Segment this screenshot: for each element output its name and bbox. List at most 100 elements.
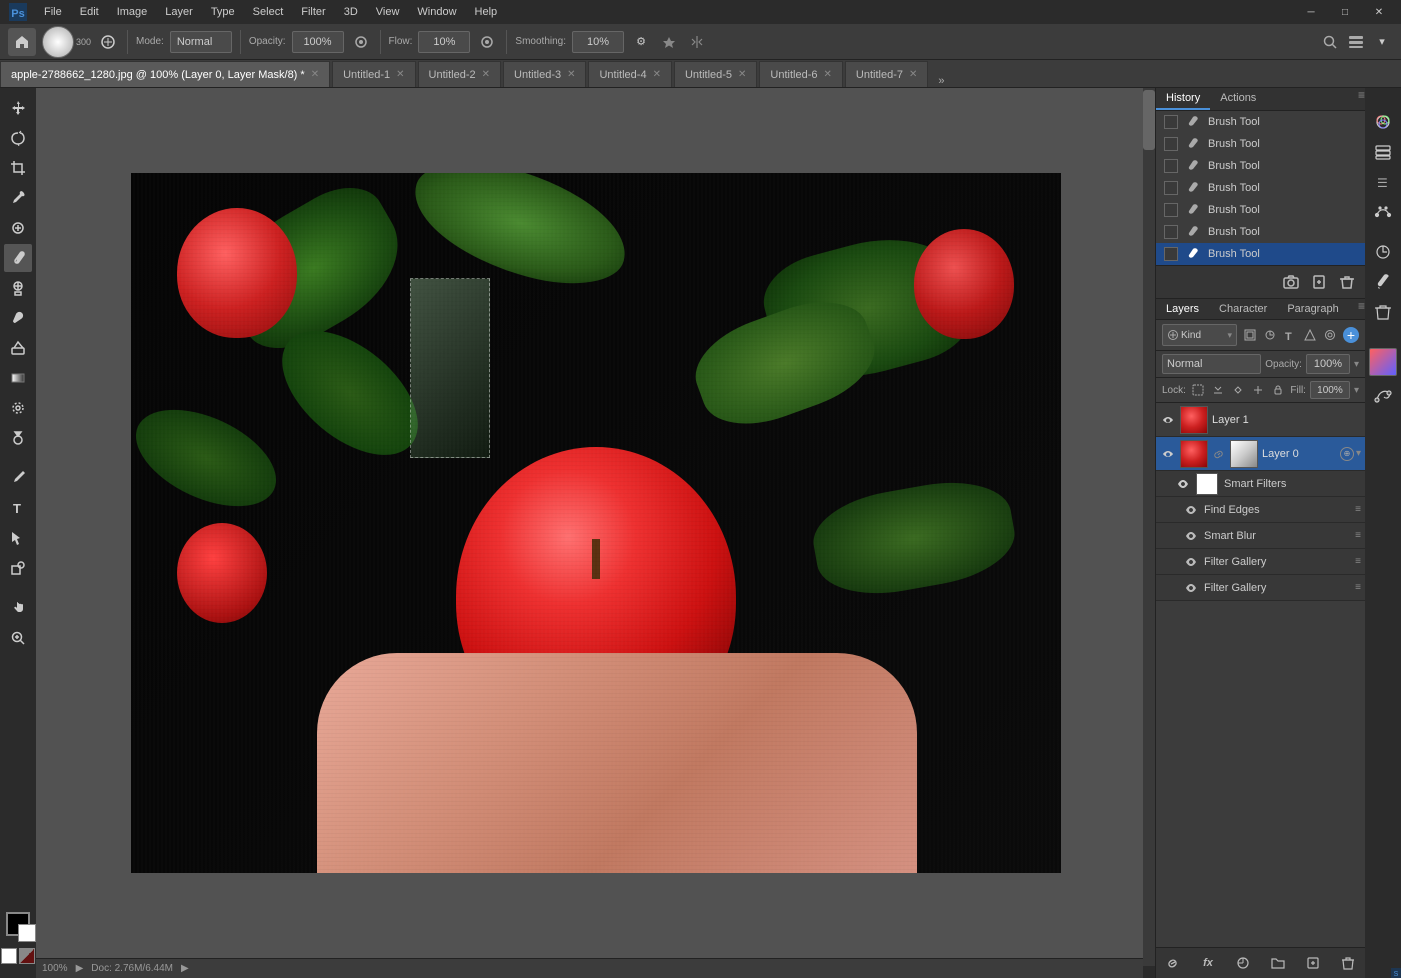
filter-find-edges[interactable]: Find Edges ≡: [1156, 497, 1365, 523]
menu-help[interactable]: Help: [467, 4, 506, 20]
delete-icon[interactable]: [1369, 298, 1397, 326]
blend-mode-select[interactable]: Normal Multiply Screen Overlay: [1162, 354, 1261, 374]
history-panel-menu[interactable]: ≡: [1358, 88, 1365, 110]
tool-history-brush[interactable]: [4, 304, 32, 332]
tab-main-close[interactable]: ✕: [311, 69, 319, 80]
chevron-down-icon[interactable]: ▾: [1371, 31, 1393, 53]
filter-gallery-1[interactable]: Filter Gallery ≡: [1156, 549, 1365, 575]
tool-eyedropper[interactable]: [4, 184, 32, 212]
symmetry-icon[interactable]: [686, 31, 708, 53]
history-item-5[interactable]: Brush Tool: [1156, 199, 1365, 221]
tab-untitled5[interactable]: Untitled-5 ✕: [674, 61, 757, 87]
filter-shape-icon[interactable]: [1301, 326, 1319, 344]
mode-select[interactable]: Normal Multiply Screen: [170, 31, 232, 53]
tool-zoom[interactable]: [4, 624, 32, 652]
vertical-scrollbar[interactable]: [1143, 88, 1155, 966]
flow-input[interactable]: [418, 31, 470, 53]
opacity-pressure-icon[interactable]: [350, 31, 372, 53]
status-arrow-right[interactable]: ▶: [181, 963, 189, 974]
menu-filter[interactable]: Filter: [293, 4, 333, 20]
tool-pen[interactable]: [4, 464, 32, 492]
layers-fx-btn[interactable]: fx: [1197, 952, 1219, 974]
tool-hand[interactable]: [4, 594, 32, 622]
tab-paragraph[interactable]: Paragraph: [1277, 299, 1348, 319]
maximize-button[interactable]: □: [1331, 0, 1359, 26]
filter-visibility-icon-4[interactable]: [1184, 581, 1198, 595]
history-item-1[interactable]: Brush Tool: [1156, 111, 1365, 133]
channels-panel-btn[interactable]: ☰: [1369, 168, 1397, 196]
tab-untitled5-close[interactable]: ✕: [738, 69, 746, 80]
smoothing-input[interactable]: [572, 31, 624, 53]
tool-gradient[interactable]: [4, 364, 32, 392]
tool-move[interactable]: [4, 94, 32, 122]
paths-icon[interactable]: [1369, 198, 1397, 226]
history-panel-toggle[interactable]: [1379, 94, 1387, 106]
background-color[interactable]: [18, 924, 36, 942]
layer-item-layer0[interactable]: S Layer 0 ⊕: [1156, 437, 1365, 471]
menu-layer[interactable]: Layer: [157, 4, 201, 20]
canvas-area[interactable]: 100% ▶ Doc: 2.76M/6.44M ▶: [36, 88, 1155, 978]
tab-untitled4[interactable]: Untitled-4 ✕: [588, 61, 671, 87]
quick-mask-on[interactable]: [19, 948, 35, 964]
tool-blur[interactable]: [4, 394, 32, 422]
tab-untitled4-close[interactable]: ✕: [653, 69, 661, 80]
layer-item-layer1[interactable]: Layer 1: [1156, 403, 1365, 437]
minimize-button[interactable]: ─: [1297, 0, 1325, 26]
layers-delete-btn[interactable]: [1337, 952, 1359, 974]
lock-all-btn[interactable]: [1270, 381, 1286, 399]
home-button[interactable]: [8, 28, 36, 56]
layer0-visibility-toggle[interactable]: [1160, 446, 1176, 462]
history-snapshot-btn[interactable]: [1279, 270, 1303, 294]
workspace-icon[interactable]: [1345, 31, 1367, 53]
menu-image[interactable]: Image: [109, 4, 156, 20]
opacity-value-input[interactable]: [1306, 354, 1350, 374]
lock-artboard-btn[interactable]: [1230, 381, 1246, 399]
filter-text-icon[interactable]: T: [1281, 326, 1299, 344]
tool-brush[interactable]: [4, 244, 32, 272]
tool-text[interactable]: T: [4, 494, 32, 522]
channels-icon[interactable]: [1369, 108, 1397, 136]
tab-overflow[interactable]: »: [930, 75, 952, 87]
tab-untitled7-close[interactable]: ✕: [909, 69, 917, 80]
layer0-fx-btn[interactable]: ⊕: [1340, 447, 1354, 461]
tab-untitled3-close[interactable]: ✕: [567, 69, 575, 80]
layers-new-btn[interactable]: [1302, 952, 1324, 974]
fill-value-input[interactable]: [1310, 381, 1350, 399]
tool-eraser[interactable]: [4, 334, 32, 362]
brush-setting-icon[interactable]: [1369, 268, 1397, 296]
tab-untitled1-close[interactable]: ✕: [396, 69, 404, 80]
add-filter-btn[interactable]: +: [1343, 327, 1359, 343]
lock-transparent-btn[interactable]: [1190, 381, 1206, 399]
history-item-3[interactable]: Brush Tool: [1156, 155, 1365, 177]
filter-options-icon-2[interactable]: ≡: [1355, 530, 1361, 541]
tool-path-selection[interactable]: [4, 524, 32, 552]
menu-3d[interactable]: 3D: [336, 4, 366, 20]
filter-options-icon-4[interactable]: ≡: [1355, 582, 1361, 593]
layers-icon[interactable]: [1369, 138, 1397, 166]
tab-untitled6[interactable]: Untitled-6 ✕: [759, 61, 842, 87]
status-arrow[interactable]: ▶: [76, 963, 84, 974]
history-item-4[interactable]: Brush Tool: [1156, 177, 1365, 199]
foreground-color[interactable]: [6, 912, 30, 936]
menu-type[interactable]: Type: [203, 4, 243, 20]
tab-untitled2-close[interactable]: ✕: [482, 69, 490, 80]
tab-character[interactable]: Character: [1209, 299, 1277, 319]
filter-smart-icon[interactable]: [1321, 326, 1339, 344]
tab-main[interactable]: apple-2788662_1280.jpg @ 100% (Layer 0, …: [0, 61, 330, 87]
history-item-7[interactable]: Brush Tool: [1156, 243, 1365, 265]
filter-visibility-icon-2[interactable]: [1184, 529, 1198, 543]
brush-angle-toggle[interactable]: [97, 31, 119, 53]
menu-view[interactable]: View: [368, 4, 408, 20]
menu-window[interactable]: Window: [409, 4, 464, 20]
smoothing-settings[interactable]: ⚙: [630, 31, 652, 53]
tool-crop[interactable]: [4, 154, 32, 182]
layer1-visibility-toggle[interactable]: [1160, 412, 1176, 428]
tab-untitled3[interactable]: Untitled-3 ✕: [503, 61, 586, 87]
tool-clone[interactable]: [4, 274, 32, 302]
layer0-expand-btn[interactable]: ▾: [1356, 448, 1361, 459]
tool-shape[interactable]: [4, 554, 32, 582]
layers-link-btn[interactable]: [1162, 952, 1184, 974]
filter-options-icon-1[interactable]: ≡: [1355, 504, 1361, 515]
tab-history[interactable]: History: [1156, 88, 1210, 110]
layers-fill-btn[interactable]: [1232, 952, 1254, 974]
